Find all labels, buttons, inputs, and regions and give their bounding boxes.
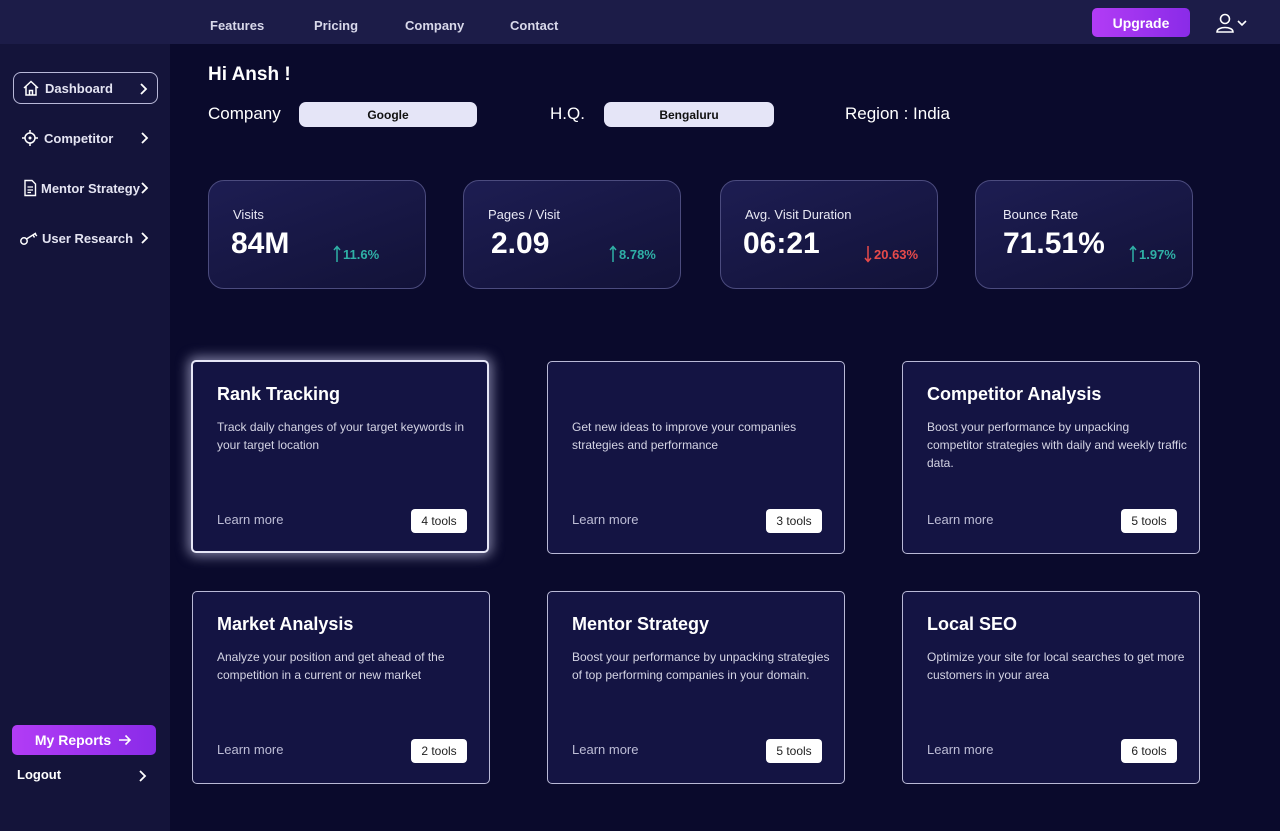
company-select[interactable]: Google (299, 102, 477, 127)
logout-label: Logout (17, 767, 62, 782)
stat-label: Visits (233, 207, 264, 222)
stat-change: 1.97% (1129, 245, 1176, 263)
sidebar: Dashboard Competitor Mentor Strategy Use… (0, 44, 170, 831)
nav-link-company[interactable]: Company (405, 18, 464, 33)
stat-value: 2.09 (491, 227, 550, 260)
arrow-right-icon (119, 734, 132, 746)
stat-label: Pages / Visit (488, 207, 561, 222)
chevron-right-icon (139, 770, 147, 782)
card-title: Competitor Analysis (927, 384, 1102, 404)
document-icon (19, 178, 41, 198)
card-title: Market Analysis (217, 614, 354, 634)
my-reports-button[interactable]: My Reports (12, 725, 156, 755)
nav-link-pricing[interactable]: Pricing (314, 18, 358, 33)
greeting-heading: Hi Ansh ! (208, 64, 291, 85)
card-competitor-analysis[interactable]: Competitor Analysis Boost your performan… (902, 361, 1200, 554)
learn-more-link[interactable]: Learn more (217, 742, 283, 757)
tools-count-badge[interactable]: 6 tools (1121, 739, 1177, 763)
stat-value: 06:21 (743, 227, 820, 260)
stat-value: 71.51% (1003, 227, 1105, 260)
crosshair-icon (19, 128, 41, 148)
arrow-up-icon (1129, 245, 1137, 262)
stat-card-bounce-rate: Bounce Rate 71.51% 1.97% (975, 180, 1193, 289)
user-icon (1216, 13, 1247, 33)
card-market-analysis[interactable]: Market Analysis Analyze your position an… (192, 591, 490, 784)
card-rank-tracking[interactable]: Rank Tracking Track daily changes of you… (191, 360, 489, 553)
stat-change-value: 11.6% (343, 246, 380, 262)
card-description: Boost your performance by unpacking stra… (572, 650, 830, 682)
chevron-right-icon (141, 232, 149, 244)
card-title: Rank Tracking (217, 384, 341, 404)
learn-more-link[interactable]: Learn more (927, 742, 993, 757)
card-description: Get new ideas to improve your companies … (572, 420, 797, 452)
home-icon (20, 78, 42, 98)
hq-label: H.Q. (550, 104, 585, 123)
stat-change-value: 8.78% (619, 246, 656, 262)
stat-card-avg-visit-duration: Avg. Visit Duration 06:21 20.63% (720, 180, 938, 289)
upgrade-button[interactable]: Upgrade (1092, 8, 1190, 37)
stat-change: 8.78% (609, 245, 656, 263)
chevron-right-icon (141, 182, 149, 194)
sidebar-item-label: User Research (42, 230, 134, 246)
tools-count-badge[interactable]: 5 tools (1121, 509, 1177, 533)
stat-change-value: 20.63% (874, 246, 919, 262)
chevron-right-icon (140, 83, 148, 95)
logout-button[interactable]: Logout (17, 767, 147, 785)
stat-change-value: 1.97% (1139, 246, 1176, 262)
chevron-right-icon (141, 132, 149, 144)
stat-card-pages-per-visit: Pages / Visit 2.09 8.78% (463, 180, 681, 289)
sidebar-item-label: Mentor Strategy (41, 180, 140, 196)
tools-count-badge[interactable]: 2 tools (411, 739, 467, 763)
company-label: Company (208, 104, 281, 123)
sidebar-item-label: Competitor (44, 130, 114, 146)
stat-card-visits: Visits 84M 11.6% (208, 180, 426, 289)
card-title: Mentor Strategy (572, 614, 710, 634)
sidebar-item-dashboard[interactable]: Dashboard (13, 72, 158, 104)
my-reports-label: My Reports (34, 732, 112, 748)
learn-more-link[interactable]: Learn more (927, 512, 993, 527)
top-nav-bar: Features Pricing Company Contact Upgrade (0, 0, 1280, 44)
sidebar-item-user-research[interactable]: User Research (13, 222, 158, 254)
learn-more-link[interactable]: Learn more (572, 512, 638, 527)
arrow-down-icon (864, 246, 872, 263)
chevron-down-icon (1237, 20, 1247, 27)
card-description: Analyze your position and get ahead of t… (217, 650, 445, 682)
stat-label: Bounce Rate (1003, 207, 1079, 222)
sidebar-item-label: Dashboard (45, 80, 113, 96)
arrow-up-icon (333, 245, 341, 262)
nav-link-features[interactable]: Features (210, 18, 264, 33)
sidebar-item-competitor[interactable]: Competitor (13, 122, 158, 154)
region-text: Region : India (845, 104, 950, 123)
sidebar-item-mentor-strategy[interactable]: Mentor Strategy (13, 172, 158, 204)
card-title: Local SEO (927, 614, 1018, 634)
learn-more-link[interactable]: Learn more (572, 742, 638, 757)
stat-change: 20.63% (864, 245, 918, 263)
card-description: Track daily changes of your target keywo… (217, 420, 465, 452)
hq-select[interactable]: Bengaluru (604, 102, 774, 127)
card-description: Optimize your site for local searches to… (927, 650, 1185, 682)
key-icon (18, 228, 40, 248)
user-menu[interactable] (1214, 12, 1250, 34)
tools-count-badge[interactable]: 4 tools (411, 509, 467, 533)
tools-count-badge[interactable]: 5 tools (766, 739, 822, 763)
arrow-up-icon (609, 245, 617, 262)
stat-change: 11.6% (333, 245, 379, 263)
tools-count-badge[interactable]: 3 tools (766, 509, 822, 533)
card-local-seo[interactable]: Local SEO Optimize your site for local s… (902, 591, 1200, 784)
stat-value: 84M (231, 227, 290, 260)
learn-more-link[interactable]: Learn more (217, 512, 283, 527)
card-ideas[interactable]: Get new ideas to improve your companies … (547, 361, 845, 554)
card-mentor-strategy[interactable]: Mentor Strategy Boost your performance b… (547, 591, 845, 784)
stat-label: Avg. Visit Duration (745, 207, 852, 222)
card-description: Boost your performance by unpacking comp… (927, 420, 1187, 470)
nav-link-contact[interactable]: Contact (510, 18, 558, 33)
